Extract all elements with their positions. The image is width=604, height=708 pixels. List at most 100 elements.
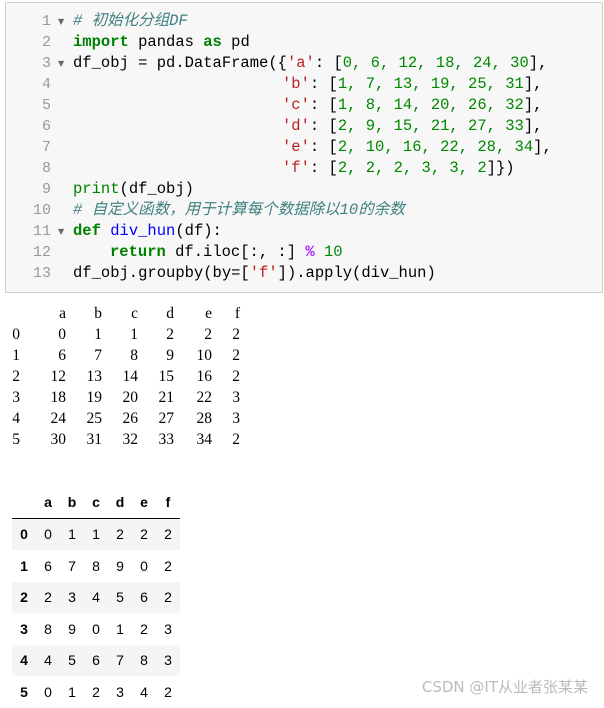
table-cell: 4 xyxy=(140,683,148,700)
table-cell: 8 xyxy=(140,652,148,669)
line-number: 1 xyxy=(41,13,51,30)
print-cell: b xyxy=(94,305,102,322)
code-line: # 初始化分组DF xyxy=(6,11,602,32)
print-cell: 2 xyxy=(232,347,240,364)
code-text: 'd': [2, 9, 15, 21, 27, 33], xyxy=(282,117,543,135)
print-cell: 30 xyxy=(50,431,67,448)
line-number: 10 xyxy=(32,202,51,219)
table-cell: 6 xyxy=(140,589,148,606)
print-cell: 0 xyxy=(12,326,20,343)
table-cell: 3 xyxy=(116,683,124,700)
fold-arrow-icon[interactable]: ▼ xyxy=(58,221,64,242)
code-text: 'c': [1, 8, 14, 20, 26, 32], xyxy=(282,96,543,114)
code-line: 'e': [2, 10, 16, 22, 28, 34], xyxy=(6,137,602,158)
print-cell: 2 xyxy=(232,431,240,448)
table-row: 4456783 xyxy=(12,644,180,676)
table-cell: 2 xyxy=(116,526,124,543)
print-cell: 15 xyxy=(158,368,175,385)
print-cell: 4 xyxy=(12,410,20,427)
table-cell: 2 xyxy=(164,557,172,574)
table-cell: 9 xyxy=(68,620,76,637)
print-cell: 7 xyxy=(94,347,102,364)
code-line: 'b': [1, 7, 13, 19, 25, 31], xyxy=(6,74,602,95)
row-index: 1 xyxy=(20,557,28,574)
print-cell: 27 xyxy=(158,410,175,427)
table-cell: 2 xyxy=(164,683,172,700)
print-cell: 8 xyxy=(130,347,138,364)
table-cell: 0 xyxy=(44,526,52,543)
print-cell: 20 xyxy=(122,389,139,406)
line-number: 5 xyxy=(41,97,51,114)
print-cell: d xyxy=(166,305,174,322)
table-cell: 2 xyxy=(44,589,52,606)
print-cell: 2 xyxy=(204,326,212,343)
code-line: import pandas as pd xyxy=(6,32,602,53)
row-index: 0 xyxy=(20,526,28,543)
line-number: 2 xyxy=(41,34,51,51)
line-number: 9 xyxy=(41,181,51,198)
line-number: 11 xyxy=(32,223,51,240)
column-header: f xyxy=(156,486,180,519)
table-cell: 0 xyxy=(44,683,52,700)
table-cell: 3 xyxy=(164,620,172,637)
code-text: def div_hun(df): xyxy=(73,222,222,240)
table-cell: 9 xyxy=(116,557,124,574)
column-header: a xyxy=(36,486,60,519)
table-cell: 2 xyxy=(92,683,100,700)
fold-arrow-icon[interactable]: ▼ xyxy=(58,11,64,32)
print-cell: 28 xyxy=(196,410,213,427)
table-row: 5012342 xyxy=(12,676,180,708)
table-cell: 7 xyxy=(116,652,124,669)
table-row: 0011222 xyxy=(12,518,180,550)
table-row: 1678902 xyxy=(12,550,180,582)
table-cell: 3 xyxy=(164,652,172,669)
table-cell: 4 xyxy=(92,589,100,606)
print-cell: 3 xyxy=(232,389,240,406)
print-cell: 1 xyxy=(130,326,138,343)
code-cell[interactable]: # 初始化分组DF import pandas as pd df_obj = p… xyxy=(5,2,603,293)
print-cell: a xyxy=(59,305,66,322)
fold-arrow-icon[interactable]: ▼ xyxy=(58,53,64,74)
code-line: 'd': [2, 9, 15, 21, 27, 33], xyxy=(6,116,602,137)
print-cell: 16 xyxy=(196,368,213,385)
print-cell: 31 xyxy=(86,431,103,448)
column-header: c xyxy=(84,486,108,519)
table-cell: 5 xyxy=(116,589,124,606)
code-line: df_obj = pd.DataFrame({'a': [0, 6, 12, 1… xyxy=(6,53,602,74)
print-cell: 6 xyxy=(58,347,66,364)
table-cell: 2 xyxy=(140,526,148,543)
print-cell: 14 xyxy=(122,368,139,385)
line-number: 6 xyxy=(41,118,51,135)
line-number: 3 xyxy=(41,55,51,72)
table-cell: 8 xyxy=(92,557,100,574)
print-cell: 2 xyxy=(232,368,240,385)
row-index: 2 xyxy=(20,589,28,606)
code-text: 'f': [2, 2, 2, 3, 3, 2]}) xyxy=(282,159,515,177)
column-header: b xyxy=(60,486,84,519)
table-cell: 1 xyxy=(68,683,76,700)
code-line: 'c': [1, 8, 14, 20, 26, 32], xyxy=(6,95,602,116)
watermark: CSDN @IT从业者张某某 xyxy=(421,678,588,696)
code-text: print(df_obj) xyxy=(73,180,194,198)
code-comment: # 自定义函数，用于计算每个数据除以10的余数 xyxy=(73,201,405,219)
print-cell: 9 xyxy=(166,347,174,364)
code-text: import pandas as pd xyxy=(73,33,250,51)
print-cell: 1 xyxy=(12,347,20,364)
print-cell: 0 xyxy=(58,326,66,343)
print-cell: 3 xyxy=(232,410,240,427)
code-line: 'f': [2, 2, 2, 3, 3, 2]}) xyxy=(6,158,602,179)
print-cell: 10 xyxy=(196,347,213,364)
index-header xyxy=(12,486,36,519)
print-cell: 34 xyxy=(196,431,213,448)
table-cell: 3 xyxy=(68,589,76,606)
table-cell: 0 xyxy=(92,620,100,637)
print-cell: 5 xyxy=(12,431,20,448)
print-cell: 25 xyxy=(86,410,103,427)
code-line: # 自定义函数，用于计算每个数据除以10的余数 xyxy=(6,200,602,221)
print-cell: 13 xyxy=(86,368,103,385)
table-cell: 6 xyxy=(92,652,100,669)
table-cell: 2 xyxy=(164,589,172,606)
code-text: 'e': [2, 10, 16, 22, 28, 34], xyxy=(282,138,552,156)
print-cell: c xyxy=(131,305,138,322)
print-cell: 3 xyxy=(12,389,20,406)
